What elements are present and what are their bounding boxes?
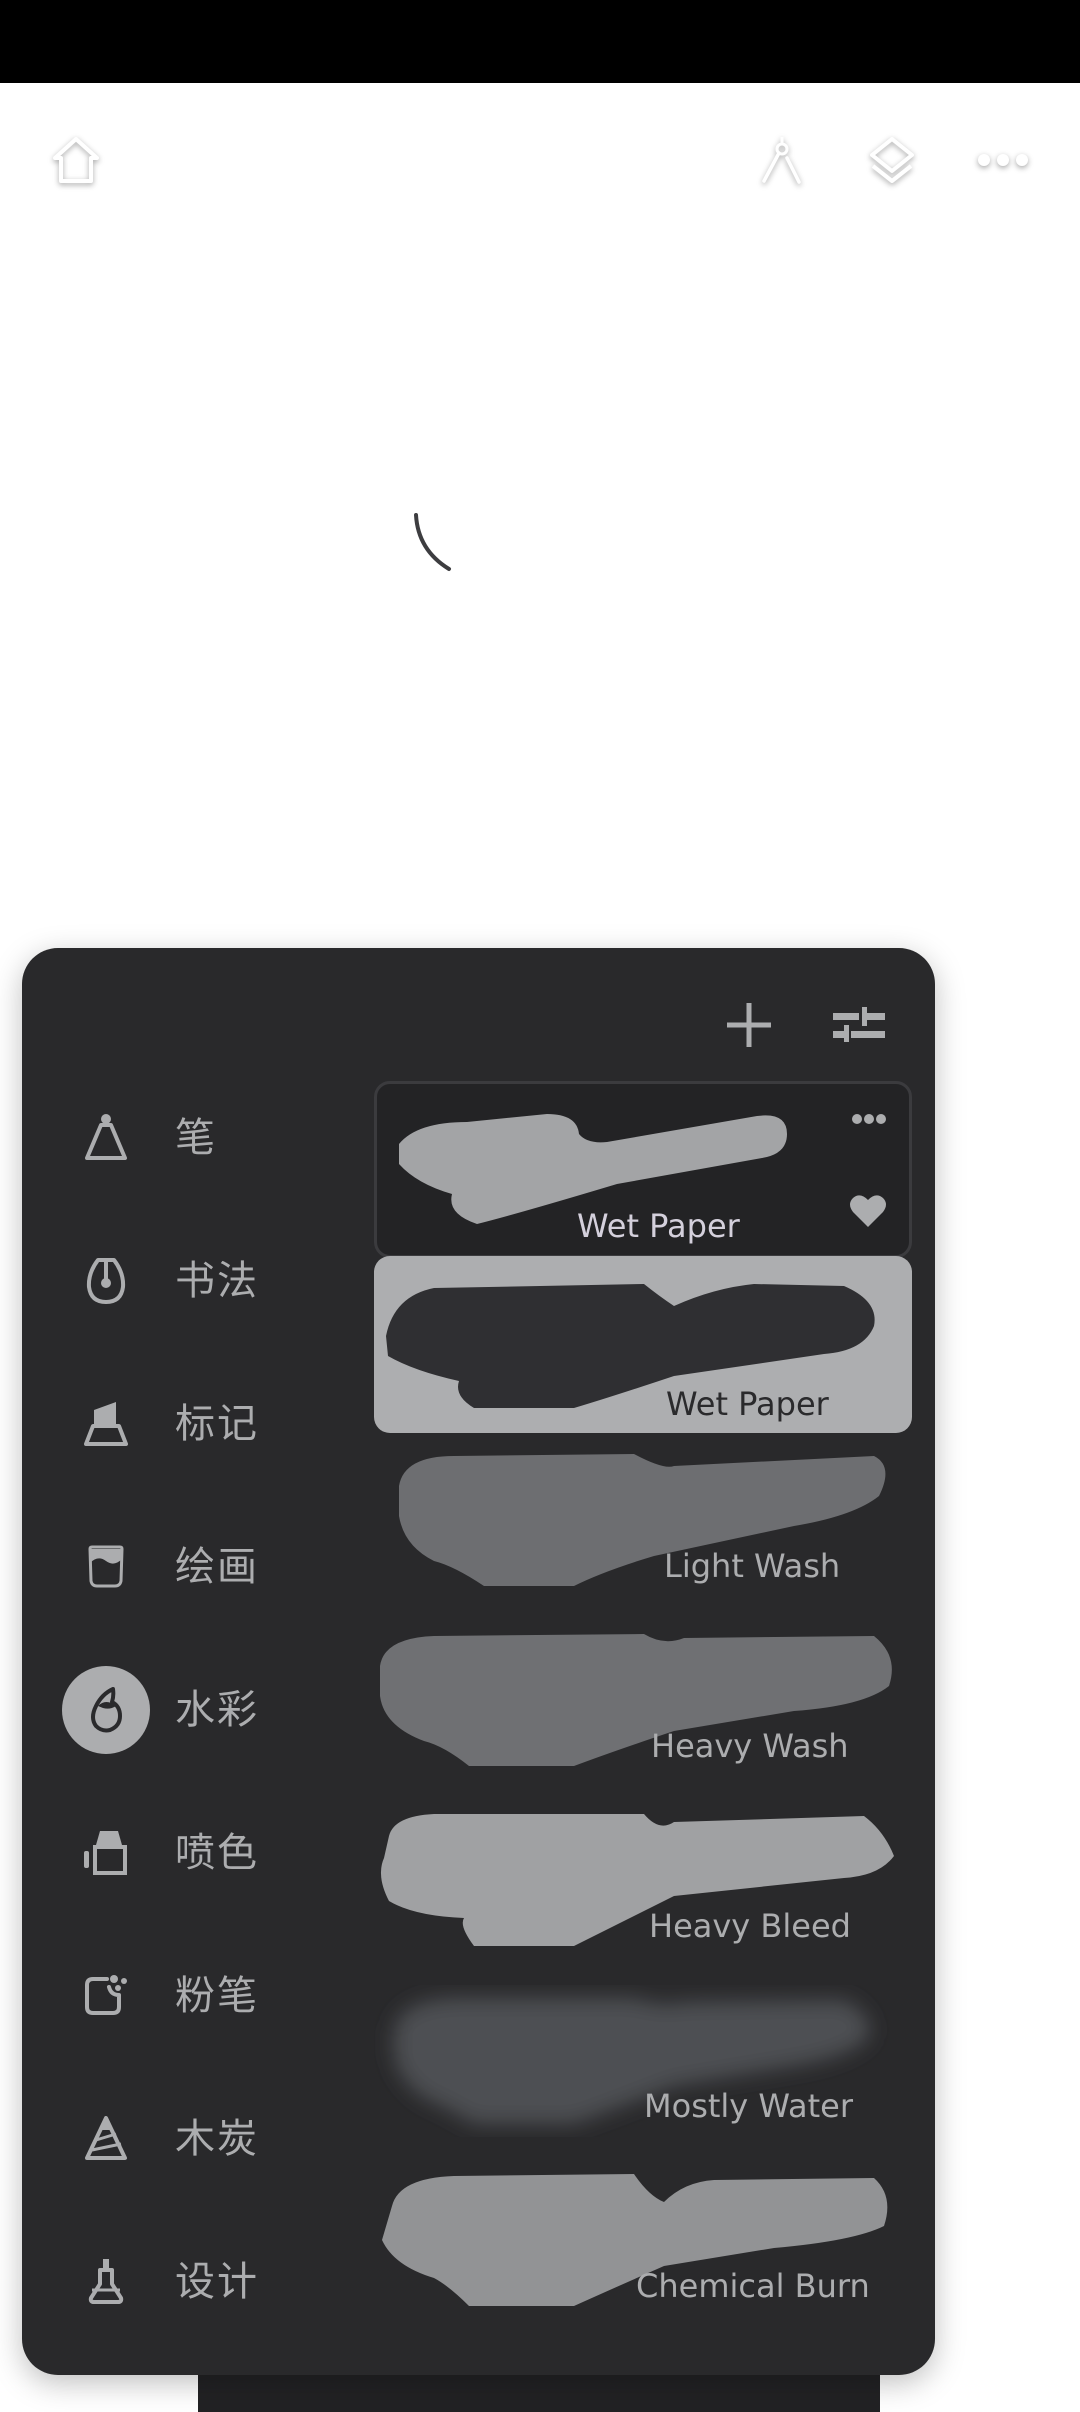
brush-name: Heavy Bleed xyxy=(649,1907,851,1945)
plus-icon xyxy=(727,1003,771,1047)
category-label: 绘画 xyxy=(175,1544,259,1590)
layers-icon xyxy=(870,137,914,183)
brush-name: Heavy Wash xyxy=(651,1727,849,1765)
more-options-button[interactable] xyxy=(970,130,1036,190)
category-calligraphy[interactable]: 书法 xyxy=(44,1226,364,1336)
brush-options-button[interactable] xyxy=(851,1110,887,1129)
brush-stroke-preview xyxy=(399,1454,886,1586)
brush-item[interactable]: Chemical Burn xyxy=(374,2156,912,2333)
charcoal-icon xyxy=(62,2095,150,2183)
category-design[interactable]: 设计 xyxy=(44,2227,364,2337)
brush-item-selected[interactable]: Wet Paper xyxy=(374,1256,912,1433)
category-charcoal[interactable]: 木炭 xyxy=(44,2084,364,2194)
layers-button[interactable] xyxy=(862,130,922,190)
home-icon xyxy=(53,137,99,183)
chalk-icon xyxy=(62,1952,150,2040)
heart-icon xyxy=(850,1195,886,1227)
category-label: 书法 xyxy=(175,1258,259,1304)
brush-stroke-preview xyxy=(380,1634,892,1766)
category-label: 木炭 xyxy=(175,2116,259,2162)
brush-item[interactable]: Light Wash xyxy=(374,1436,912,1613)
design-pen-icon xyxy=(62,2238,150,2326)
water-drop-icon xyxy=(62,1666,150,1754)
paint-cup-icon xyxy=(62,1523,150,1611)
category-label: 喷色 xyxy=(175,1830,259,1876)
category-pen[interactable]: 笔 xyxy=(44,1083,364,1193)
brush-name: Mostly Water xyxy=(644,2087,853,2125)
category-marker[interactable]: 标记 xyxy=(44,1369,364,1479)
add-brush-button[interactable] xyxy=(717,993,781,1057)
brush-stroke-preview xyxy=(380,1814,894,1946)
sliders-icon xyxy=(833,1007,885,1042)
category-watercolor[interactable]: 水彩 xyxy=(44,1655,364,1765)
category-label: 设计 xyxy=(175,2259,259,2305)
category-label: 水彩 xyxy=(175,1687,259,1733)
brush-item-custom[interactable]: Wet Paper xyxy=(374,1081,912,1258)
brush-name: Wet Paper xyxy=(666,1385,829,1423)
category-label: 标记 xyxy=(175,1401,259,1447)
brush-name: Light Wash xyxy=(664,1547,841,1585)
ruler-compass-button[interactable] xyxy=(752,130,812,190)
more-horizontal-icon xyxy=(852,1114,886,1124)
brush-stroke-preview xyxy=(394,1998,870,2124)
category-chalk[interactable]: 粉笔 xyxy=(44,1941,364,2051)
brush-item[interactable]: Heavy Bleed xyxy=(374,1796,912,1973)
brush-stroke-preview xyxy=(382,2174,888,2306)
brush-name: Wet Paper xyxy=(577,1207,740,1245)
status-bar xyxy=(0,0,1080,83)
category-spray[interactable]: 喷色 xyxy=(44,1798,364,1908)
more-horizontal-icon xyxy=(978,154,1028,166)
brush-settings-button[interactable] xyxy=(827,993,891,1057)
home-button[interactable] xyxy=(44,130,108,190)
calligraphy-nib-icon xyxy=(62,1237,150,1325)
pen-icon xyxy=(62,1094,150,1182)
bottom-sheet-behind xyxy=(198,2372,880,2412)
category-painting[interactable]: 绘画 xyxy=(44,1512,364,1622)
favorite-button[interactable] xyxy=(849,1194,887,1232)
marker-icon xyxy=(62,1380,150,1468)
spray-icon xyxy=(62,1809,150,1897)
brush-library-panel: 笔 书法 标记 绘画 水彩 喷色 粉笔 木炭 设计 Wet Paper Wet … xyxy=(22,948,935,2375)
brush-name: Chemical Burn xyxy=(636,2267,870,2305)
category-label: 笔 xyxy=(175,1115,217,1161)
brush-item[interactable]: Mostly Water xyxy=(374,1976,912,2153)
brush-item[interactable]: Heavy Wash xyxy=(374,1616,912,1793)
compass-icon xyxy=(762,137,801,184)
brush-stroke-preview xyxy=(386,1284,875,1408)
canvas-drawing-stroke xyxy=(414,513,451,571)
category-label: 粉笔 xyxy=(175,1973,259,2019)
